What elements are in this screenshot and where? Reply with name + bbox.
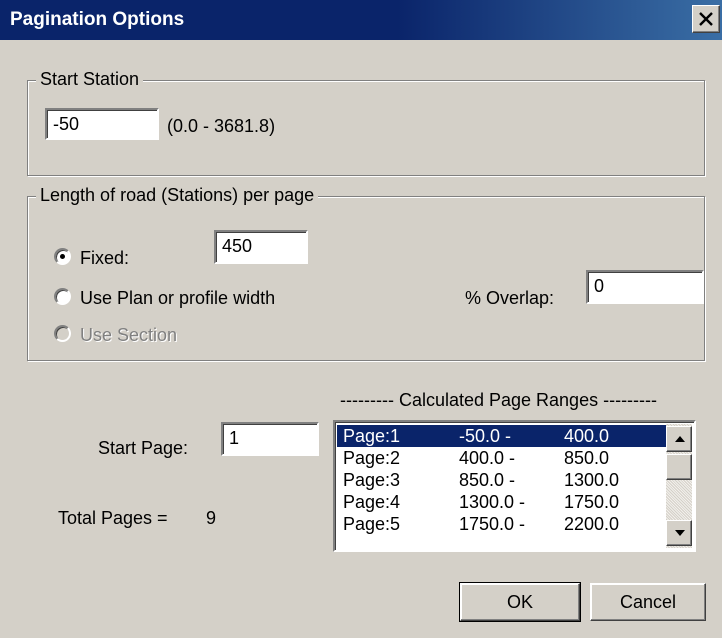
list-item-page: Page:3: [343, 470, 401, 490]
start-page-input[interactable]: 1: [221, 422, 319, 456]
list-item-page: Page:1: [343, 426, 401, 446]
total-pages-value: 9: [206, 508, 217, 528]
list-item-from: 1750.0 -: [459, 514, 526, 534]
ok-button[interactable]: OK: [459, 582, 581, 622]
list-item-to: 1750.0: [564, 492, 620, 512]
use-section-radio: [54, 325, 71, 342]
list-item-to: 1300.0: [564, 470, 620, 490]
use-section-radio-label: Use Section: [80, 325, 178, 345]
overlap-input[interactable]: 0: [586, 270, 704, 304]
page-ranges-header: --------- Calculated Page Ranges -------…: [340, 390, 658, 410]
length-per-page-group-label: Length of road (Stations) per page: [36, 185, 319, 206]
close-button[interactable]: [692, 5, 720, 33]
scroll-up-button[interactable]: [666, 426, 692, 452]
start-station-range: (0.0 - 3681.8): [167, 116, 276, 136]
close-icon: [699, 12, 713, 26]
arrow-up-icon: [675, 436, 685, 442]
list-item-page: Page:5: [343, 514, 401, 534]
scroll-thumb[interactable]: [666, 454, 692, 480]
list-item-from: 1300.0 -: [459, 492, 526, 512]
pagination-options-dialog: Pagination Options Start Station -50 (0.…: [0, 0, 722, 638]
arrow-down-icon: [675, 530, 685, 536]
list-item-from: 850.0 -: [459, 470, 516, 490]
fixed-radio[interactable]: [54, 248, 71, 265]
page-ranges-list[interactable]: Page:1 -50.0 - 400.0 Page:2 400.0 - 850.…: [333, 420, 696, 552]
list-item-from: -50.0 -: [459, 426, 512, 446]
cancel-button[interactable]: Cancel: [590, 583, 706, 621]
fixed-radio-label: Fixed:: [80, 248, 130, 268]
list-item-to: 400.0: [564, 426, 610, 446]
total-pages-label: Total Pages =: [58, 508, 168, 528]
list-item-to: 850.0: [564, 448, 610, 468]
list-item-from: 400.0 -: [459, 448, 516, 468]
plan-profile-width-radio-label: Use Plan or profile width: [80, 288, 276, 308]
scroll-down-button[interactable]: [666, 520, 692, 546]
list-item-page: Page:2: [343, 448, 401, 468]
page-ranges-scrollbar[interactable]: [666, 424, 692, 548]
list-item[interactable]: Page:2 400.0 - 850.0: [337, 447, 670, 469]
plan-profile-width-radio[interactable]: [54, 288, 71, 305]
start-station-group-label: Start Station: [36, 69, 144, 90]
list-item-to: 2200.0: [564, 514, 620, 534]
list-item-page: Page:4: [343, 492, 401, 512]
window-title: Pagination Options: [10, 9, 185, 30]
list-item[interactable]: Page:4 1300.0 - 1750.0: [337, 491, 670, 513]
title-bar: Pagination Options: [0, 0, 722, 40]
list-item[interactable]: Page:5 1750.0 - 2200.0: [337, 513, 670, 535]
start-station-input[interactable]: -50: [45, 108, 159, 140]
page-ranges-rows: Page:1 -50.0 - 400.0 Page:2 400.0 - 850.…: [337, 425, 670, 535]
list-item[interactable]: Page:3 850.0 - 1300.0: [337, 469, 670, 491]
start-page-label: Start Page:: [98, 438, 189, 458]
overlap-label: % Overlap:: [465, 288, 555, 308]
fixed-length-input[interactable]: 450: [214, 230, 308, 264]
list-item[interactable]: Page:1 -50.0 - 400.0: [337, 425, 670, 447]
